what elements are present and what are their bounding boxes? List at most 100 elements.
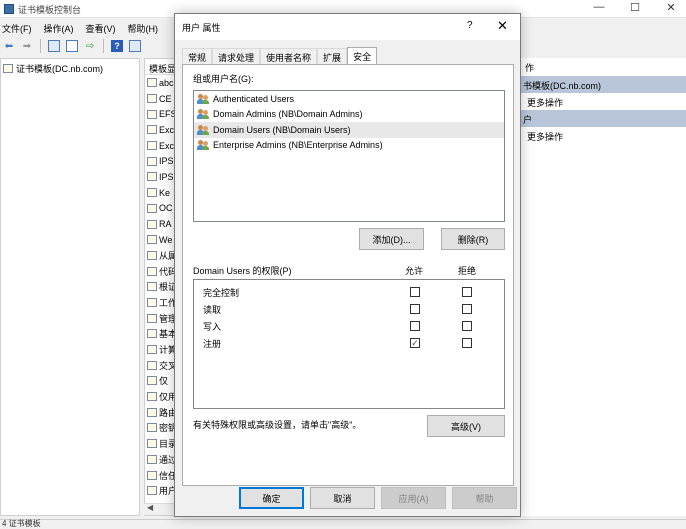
user-group-icon	[197, 93, 210, 104]
maximize-icon[interactable]: ☐	[628, 1, 642, 14]
menu-action[interactable]: 操作(A)	[44, 19, 74, 36]
template-name: CE	[159, 93, 172, 104]
template-list-item[interactable]: Exc	[145, 138, 177, 154]
template-list-item[interactable]: IPS	[145, 169, 177, 185]
template-list-item[interactable]: IPS	[145, 153, 177, 169]
tab-security[interactable]: 安全	[347, 47, 378, 65]
template-name: OC	[159, 203, 173, 214]
ok-button[interactable]: 确定	[239, 487, 304, 509]
user-row[interactable]: Enterprise Admins (NB\Enterprise Admins)	[194, 138, 504, 154]
certificate-template-icon	[147, 250, 157, 260]
more-actions-link[interactable]: 更多操作	[521, 93, 686, 110]
template-list-item[interactable]: Ke	[145, 185, 177, 201]
allow-checkbox[interactable]: ✓	[410, 338, 420, 348]
certificate-template-icon	[147, 360, 157, 370]
back-arrow-icon[interactable]: ⬅	[2, 39, 16, 53]
template-list-item[interactable]: 仅	[145, 373, 177, 389]
template-list-item[interactable]: 根证	[145, 279, 177, 295]
scroll-left-icon[interactable]: ◀	[147, 503, 153, 512]
certificate-template-icon	[147, 125, 157, 135]
certificate-template-icon	[147, 188, 157, 198]
tree-item-label: 证书模板(DC.nb.com)	[16, 64, 104, 74]
user-name: Domain Users (NB\Domain Users)	[213, 124, 351, 135]
certificate-template-icon	[147, 141, 157, 151]
actions-group-user[interactable]: 户	[521, 110, 686, 127]
template-list-item[interactable]: abc	[145, 75, 177, 91]
template-name: Exc	[159, 140, 175, 151]
tree-pane: 证书模板(DC.nb.com)	[0, 58, 140, 516]
user-row-selected[interactable]: Domain Users (NB\Domain Users)	[194, 122, 504, 138]
menu-view[interactable]: 查看(V)	[86, 19, 116, 36]
template-list-item[interactable]: 路由	[145, 404, 177, 420]
menu-help[interactable]: 帮助(H)	[128, 19, 159, 36]
template-list-item[interactable]: 从属	[145, 248, 177, 264]
show-tree-icon[interactable]	[47, 39, 61, 53]
template-list-item[interactable]: EFS	[145, 106, 177, 122]
certificate-template-icon	[147, 470, 157, 480]
advanced-button[interactable]: 高级(V)	[427, 415, 505, 437]
template-list-item[interactable]: 信任	[145, 467, 177, 483]
deny-checkbox[interactable]	[462, 304, 472, 314]
user-row[interactable]: Domain Admins (NB\Domain Admins)	[194, 107, 504, 123]
template-name: abc	[159, 77, 174, 88]
template-list-item[interactable]: 通过	[145, 452, 177, 468]
deny-checkbox[interactable]	[462, 321, 472, 331]
template-list-item[interactable]: 交叉	[145, 357, 177, 373]
tab-general[interactable]: 常规	[182, 48, 213, 64]
deny-checkbox[interactable]	[462, 287, 472, 297]
help-icon[interactable]: ?	[110, 39, 124, 53]
template-list-item[interactable]: 密钥	[145, 420, 177, 436]
tab-request-handling[interactable]: 请求处理	[212, 48, 261, 64]
template-list-item[interactable]: 代码	[145, 263, 177, 279]
cancel-button[interactable]: 取消	[310, 487, 375, 509]
minimize-icon[interactable]: —	[592, 1, 606, 14]
users-listbox[interactable]: Authenticated Users Domain Admins (NB\Do…	[193, 90, 505, 222]
template-list-item[interactable]: 基本	[145, 326, 177, 342]
list-column-header[interactable]: 模板显	[145, 59, 177, 75]
close-window-icon[interactable]: ✕	[664, 1, 678, 14]
help-button[interactable]: 帮助	[452, 487, 517, 509]
certificate-template-icon	[147, 423, 157, 433]
template-list-item[interactable]: RA	[145, 216, 177, 232]
deny-checkbox[interactable]	[462, 338, 472, 348]
certificate-template-icon	[147, 486, 157, 496]
template-list-item[interactable]: 管理	[145, 310, 177, 326]
remove-button[interactable]: 删除(R)	[441, 228, 505, 250]
horizontal-scrollbar[interactable]: ◀	[144, 503, 178, 515]
certificate-template-icon	[147, 313, 157, 323]
forward-arrow-icon[interactable]: ➡	[20, 39, 34, 53]
template-list-item[interactable]: We	[145, 232, 177, 248]
template-list-item[interactable]: 工作	[145, 295, 177, 311]
console-title: 证书模板控制台	[18, 5, 82, 15]
allow-checkbox[interactable]	[410, 304, 420, 314]
add-button[interactable]: 添加(D)...	[359, 228, 424, 250]
dialog-help-icon[interactable]: ?	[467, 20, 473, 31]
actions-group-templates[interactable]: 书模板(DC.nb.com)	[521, 76, 686, 93]
apply-button[interactable]: 应用(A)	[381, 487, 446, 509]
toolbar-separator	[40, 39, 41, 53]
template-list-item[interactable]: Exc	[145, 122, 177, 138]
template-list-item[interactable]: OC	[145, 201, 177, 217]
properties-icon[interactable]	[65, 39, 79, 53]
permission-name: 完全控制	[203, 288, 240, 298]
allow-checkbox[interactable]	[410, 321, 420, 331]
template-list-item[interactable]: 目录	[145, 436, 177, 452]
template-list-item[interactable]: 用户	[145, 483, 177, 499]
tab-extensions[interactable]: 扩展	[317, 48, 348, 64]
dialog-close-icon[interactable]: ✕	[497, 18, 508, 34]
user-row[interactable]: Authenticated Users	[194, 91, 504, 107]
more-actions-link[interactable]: 更多操作	[521, 127, 686, 144]
permission-name: 写入	[203, 322, 222, 332]
template-list-item[interactable]: 仅用	[145, 389, 177, 405]
menu-file[interactable]: 文件(F)	[2, 19, 32, 36]
tree-item-cert-templates[interactable]: 证书模板(DC.nb.com)	[1, 59, 139, 78]
tab-subject-name[interactable]: 使用者名称	[260, 48, 318, 64]
show-action-pane-icon[interactable]	[128, 39, 142, 53]
allow-checkbox[interactable]	[410, 287, 420, 297]
dialog-titlebar: 用户 属性 ? ✕	[175, 14, 520, 40]
permission-row: 完全控制	[194, 283, 504, 300]
template-list-item[interactable]: CE	[145, 91, 177, 107]
template-list-item[interactable]: 计算	[145, 342, 177, 358]
certificate-template-icon	[147, 94, 157, 104]
export-list-icon[interactable]: ⇨	[83, 39, 97, 53]
